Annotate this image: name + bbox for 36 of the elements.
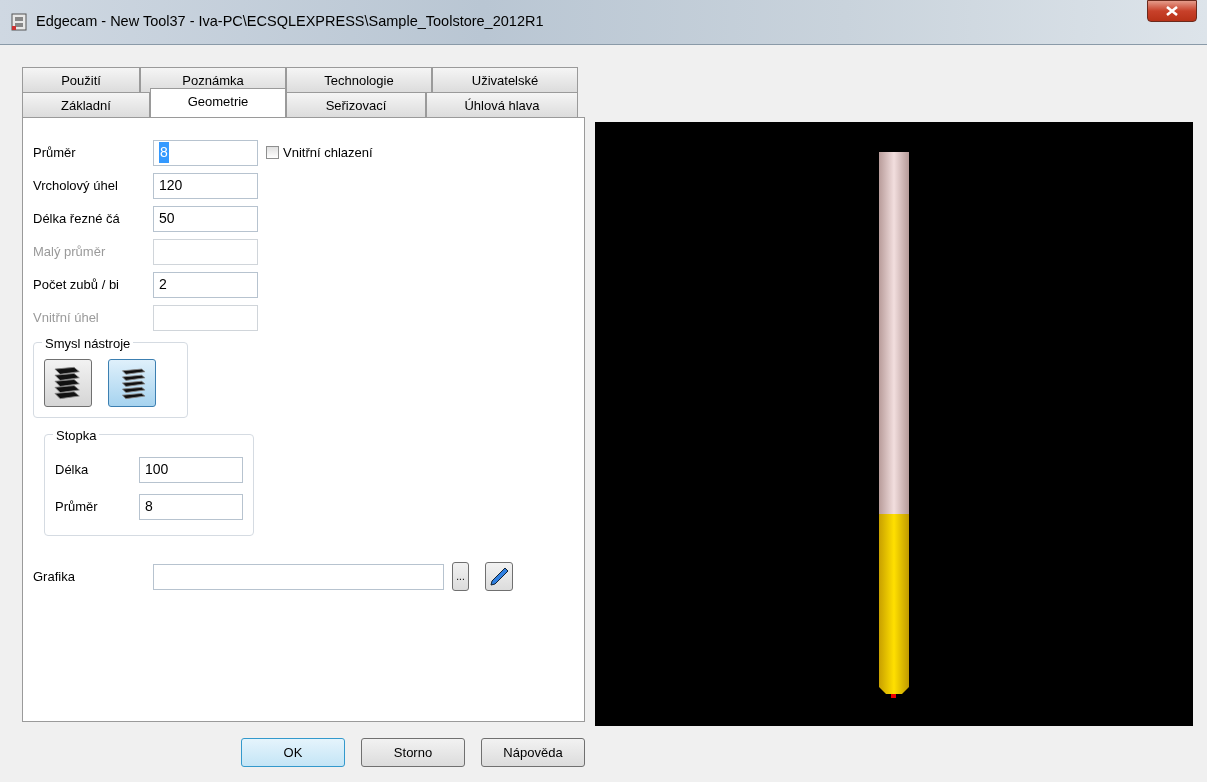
input-field[interactable]: 50 (153, 205, 258, 232)
input-field[interactable]: 120 (153, 172, 258, 199)
edit-button[interactable] (485, 562, 513, 591)
tab[interactable]: Technologie (286, 67, 432, 92)
browse-button[interactable]: ... (452, 562, 469, 591)
dialog-button[interactable]: Nápověda (481, 738, 585, 767)
tab[interactable]: Uživatelské (432, 67, 578, 92)
close-button[interactable] (1147, 0, 1197, 22)
window-title: Edgecam - New Tool37 - Iva-PC\ECSQLEXPRESS\Sample_Toolstore_2012R1 (36, 12, 544, 32)
tool-direction-button[interactable] (44, 359, 92, 407)
dialog-button[interactable]: Storno (361, 738, 465, 767)
field-label: Délka řezné čá (33, 209, 121, 228)
field-label: Grafika (33, 567, 76, 586)
checkbox[interactable] (266, 146, 279, 159)
field-label: Průměr (55, 497, 99, 516)
tab[interactable]: Úhlová hlava (426, 92, 578, 117)
input-field[interactable]: 8 (139, 493, 243, 520)
pencil-icon (488, 565, 510, 588)
input-field[interactable]: 2 (153, 271, 258, 298)
tab[interactable]: Geometrie (150, 88, 286, 117)
field-label: Průměr (33, 143, 77, 162)
checkbox-label: Vnitřní chlazení (283, 143, 373, 162)
app-icon (10, 13, 28, 31)
input-field[interactable]: 100 (139, 456, 243, 483)
tool-direction-button[interactable] (108, 359, 156, 407)
tab[interactable]: Seřizovací (286, 92, 426, 117)
field-label: Malý průměr (33, 242, 107, 261)
close-icon (1166, 6, 1178, 16)
input-field[interactable] (153, 563, 444, 590)
dialog-button[interactable]: OK (241, 738, 345, 767)
field-label: Délka (55, 460, 90, 479)
tab[interactable]: Základní (22, 92, 150, 117)
field-label: Vrcholový úhel (33, 176, 119, 195)
tab[interactable]: Použití (22, 67, 140, 92)
field-label: Vnitřní úhel (33, 308, 100, 327)
field-label: Počet zubů / bi (33, 275, 120, 294)
